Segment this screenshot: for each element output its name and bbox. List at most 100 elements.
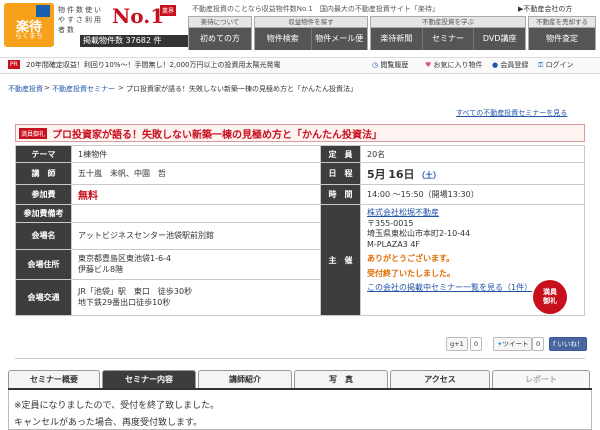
address-line-1: 東京都豊島区東池袋1-6-4 (78, 254, 172, 264)
nav-group-learn: 不動産投資を学ぶ 楽待新聞 セミナー DVD講座 (370, 16, 526, 50)
key-icon: ⚿ (538, 61, 544, 69)
no1-mark: No.1 (112, 4, 165, 28)
organizer-building: M-PLAZA3 4F (367, 239, 421, 249)
corporate-link[interactable]: ▶不動産会社の方 (518, 4, 572, 14)
date-weekday: （土） (417, 170, 442, 180)
label-venue: 会場名 (15, 222, 72, 250)
nav-group-header: 不動産投資を学ぶ (371, 17, 525, 28)
page-title: プロ投資家が語る！失敗しない新築一棟の見極め方と「かんたん投資法」 (52, 130, 382, 141)
organizer-seminars-link[interactable]: この会社の掲載中セミナー一覧を見る（1件） (367, 283, 532, 294)
all-seminars-link[interactable]: すべての不動産投資セミナーを見る (456, 108, 567, 118)
tab-access[interactable]: アクセス (390, 370, 490, 388)
seal-line-2: 御礼 (543, 297, 557, 305)
gplus-label: g+1 (450, 340, 464, 348)
logo-subtitle: らくまち (15, 32, 43, 40)
label-fee: 参加費 (15, 184, 72, 206)
pr-badge: PR (8, 60, 20, 69)
breadcrumb-current: プロ投資家が語る！失敗しない新築一棟の見極め方と「かんたん投資法」 (126, 85, 357, 93)
label-organizer: 主 催 (320, 204, 361, 316)
nav-group-sell: 不動産を売却する 物件査定 (528, 16, 596, 50)
login-link[interactable]: ⚿ ログイン (538, 60, 574, 70)
date-day: 16日 (388, 167, 415, 181)
breadcrumb-home[interactable]: 不動産投資 (8, 84, 43, 94)
tweet-button[interactable]: ✦ツイート (493, 337, 533, 351)
favorites-label: お気に入り物件 (433, 61, 483, 69)
date-month: 5月 (367, 167, 386, 181)
nav-group-about: 楽待について 初めての方 (188, 16, 252, 50)
login-label: ログイン (545, 61, 574, 69)
content-line-1: ※定員になりましたので、受付を終了致しました。 (14, 401, 220, 411)
value-time: 14:00 ～15:50（開場13:30） (360, 184, 585, 206)
like-label: いいね！ (557, 340, 584, 348)
breadcrumb-separator: > (44, 84, 50, 92)
listing-count: 掲載物件数 37682 件 (80, 35, 188, 47)
seminar-details-table: テーマ 1棟物件 定 員 20名 講 師 五十嵐 未帆、中園 哲 日 程 5月 … (15, 144, 585, 317)
value-access: JR「池袋」駅 東口 徒歩30秒 地下鉄29番出口徒歩10秒 (71, 278, 321, 317)
seal-line-1: 満員 (543, 288, 557, 296)
nav-group-header: 不動産を売却する (529, 17, 595, 28)
person-icon: ● (492, 61, 499, 69)
address-line-2: 伊藤ビル8階 (78, 265, 124, 275)
gplus-button[interactable]: g+1 (446, 337, 468, 351)
tab-lecturer[interactable]: 講師紹介 (198, 370, 292, 388)
organizer-link[interactable]: 株式会社松堀不動産 (367, 208, 439, 217)
nav-appraisal[interactable]: 物件査定 (529, 28, 595, 50)
access-line-2: 地下鉄29番出口徒歩10秒 (78, 298, 171, 308)
nav-group-header: 収益物件を探す (255, 17, 367, 28)
value-address: 東京都豊島区東池袋1-6-4 伊藤ビル8階 (71, 248, 321, 280)
value-fee: 無料 (71, 184, 321, 206)
nav-group-header: 楽待について (189, 17, 251, 28)
organizer-address: 埼玉県東松山市本町2-10-44 (367, 229, 471, 239)
history-label: 閲覧履歴 (380, 61, 409, 69)
full-badge: 満員御礼 (19, 128, 48, 139)
label-notes: 参加費備考 (15, 204, 72, 224)
label-address: 会場住所 (15, 248, 72, 280)
value-lecturer: 五十嵐 未帆、中園 哲 (71, 162, 321, 186)
nav-property-mail[interactable]: 物件メール便 (311, 28, 367, 50)
slogan: 物件数使いやすさ利用者数 (58, 6, 103, 34)
breadcrumb-separator: > (118, 84, 124, 92)
full-seal-icon: 満員 御礼 (533, 280, 567, 314)
value-theme: 1棟物件 (71, 144, 321, 164)
nav-group-search: 収益物件を探す 物件検索 物件メール便 (254, 16, 368, 50)
site-tagline: 不動産投資のことなら収益物件数No.1 国内最大の不動産投資サイト「楽待」 (192, 5, 439, 13)
value-venue: アットビジネスセンター池袋駅前別館 (71, 222, 321, 250)
label-date: 日 程 (320, 162, 361, 186)
access-line-1: JR「池袋」駅 東口 徒歩30秒 (78, 287, 193, 297)
gplus-count: 0 (470, 337, 483, 351)
tab-photos[interactable]: 写 真 (294, 370, 388, 388)
like-button[interactable]: f いいね！ (549, 337, 588, 351)
organizer-zip: 〒355-0015 (367, 218, 414, 228)
facebook-icon: f (553, 340, 556, 348)
value-capacity: 20名 (360, 144, 585, 164)
tab-content[interactable]: セミナー内容 (102, 370, 196, 388)
nav-dvd[interactable]: DVD講座 (474, 28, 526, 50)
tweet-label: ツイート (502, 340, 529, 348)
divider (15, 358, 585, 359)
register-link[interactable]: ● 会員登録 (492, 60, 528, 70)
tab-report: レポート (492, 370, 590, 388)
no1-badge: 業界 (160, 5, 177, 16)
pr-link[interactable]: 20年間確定収益！利回り10%～！手間無し！2,000万円以上の投資用太陽光発電 (26, 60, 281, 70)
clock-icon: ◷ (372, 61, 379, 69)
label-access: 会場交通 (15, 278, 72, 317)
nav-seminar[interactable]: セミナー (422, 28, 475, 50)
nav-property-search[interactable]: 物件検索 (255, 28, 312, 50)
breadcrumb-seminar[interactable]: 不動産投資セミナー (52, 84, 115, 94)
nav-news[interactable]: 楽待新聞 (371, 28, 423, 50)
register-label: 会員登録 (500, 61, 529, 69)
label-capacity: 定 員 (320, 144, 361, 164)
content-line-2: キャンセルがあった場合、再度受付致します。 (14, 418, 203, 428)
label-theme: テーマ (15, 144, 72, 164)
heart-icon: ♥ (425, 61, 432, 69)
tab-overview[interactable]: セミナー概要 (8, 370, 100, 388)
nav-first-time[interactable]: 初めての方 (189, 28, 251, 50)
value-notes (71, 204, 321, 224)
value-date: 5月 16日 （土） (360, 162, 585, 186)
favorites-link[interactable]: ♥ お気に入り物件 (425, 60, 483, 70)
label-lecturer: 講 師 (15, 162, 72, 186)
thanks-message: ありがとうございます。 (367, 254, 455, 264)
history-link[interactable]: ◷ 閲覧履歴 (372, 60, 408, 70)
closed-message: 受付終了いたしました。 (367, 268, 455, 278)
tweet-count: 0 (532, 337, 545, 351)
